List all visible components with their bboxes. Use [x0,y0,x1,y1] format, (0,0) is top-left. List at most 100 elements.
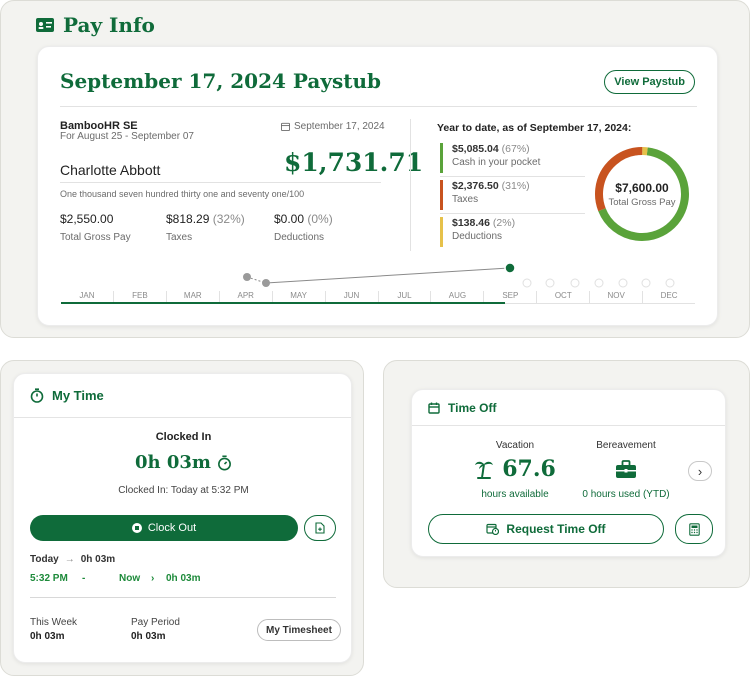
period-label: Pay Period [131,617,180,628]
bereavement-icon-wrap [576,460,676,479]
timeline-point-future [522,278,532,288]
calendar-icon [281,122,290,131]
view-paystub-button[interactable]: View Paystub [604,70,695,94]
stat-taxes: $818.29 (32%) Taxes [166,212,245,243]
entry-dash: - [82,573,86,584]
timeline-point-future [665,278,675,288]
add-note-button[interactable] [304,515,336,541]
ytd-deductions-label: Deductions [452,231,503,242]
stat-deductions-label: Deductions [274,232,325,243]
timeline-point[interactable] [243,273,251,281]
month-label: NOV [589,291,642,303]
today-label: Today [30,554,59,565]
paystub-title: September 17, 2024 Paystub [60,69,381,93]
amount-in-words: One thousand seven hundred thirty one an… [60,189,305,199]
period-value: 0h 03m [131,631,166,642]
briefcase-icon [616,460,636,478]
ytd-taxes-pct: (31%) [501,180,530,192]
time-off-header: Time Off [412,390,725,426]
next-category-button[interactable]: › [688,461,712,481]
today-summary: Today → 0h 03m [30,554,115,565]
bereavement-sub: 0 hours used (YTD) [582,489,670,500]
today-total: 0h 03m [80,554,116,565]
stat-taxes-label: Taxes [166,232,193,243]
stopwatch-icon [218,454,231,471]
timeline-point[interactable] [262,279,270,287]
clock-out-label: Clock Out [147,522,197,534]
clock-out-button[interactable]: Clock Out [30,515,298,541]
request-time-off-button[interactable]: Request Time Off [428,514,664,544]
divider [30,597,336,598]
paystub-date-text: September 17, 2024 [294,121,385,132]
donut-center: $7,600.00 Total Gross Pay [593,181,691,208]
clock-duration-row: 0h 03m [14,452,353,473]
stat-taxes-value: $818.29 [166,212,210,226]
ytd-deductions-pct: (2%) [492,217,516,229]
vacation-balance: 67.6 [467,456,563,482]
pay-period: For August 25 - September 07 [60,131,194,142]
stopwatch-icon [30,388,44,403]
stat-deductions-value: $0.00 [274,212,305,226]
net-pay-amount: $1,731.71 [284,148,424,177]
my-time-title: My Time [52,388,104,403]
document-plus-icon [315,522,325,534]
pay-info-header: Pay Info [35,13,155,37]
employee-name: Charlotte Abbott [60,162,161,178]
calculator-icon [688,522,700,536]
timeline-point-future [545,278,555,288]
clocked-in-time: Clocked In: Today at 5:32 PM [118,485,249,496]
stat-deductions-pct: (0%) [307,212,333,226]
chevron-right-icon: › [697,463,703,479]
vacation-value: 67.6 [502,456,556,482]
time-off-card: Time Off Vacation 67.6 hours available B… [411,389,726,557]
ytd-cash: $5,085.04 (67%) Cash in your pocket [440,143,584,173]
donut-label: Total Gross Pay [608,197,676,208]
calendar-icon [428,402,440,414]
vertical-divider [410,119,411,251]
timeline-point-future [570,278,580,288]
vacation-label: Vacation [495,440,535,451]
divider [440,213,585,214]
ytd-cash-pct: (67%) [501,143,530,155]
timeline-point-future [594,278,604,288]
my-timesheet-button[interactable]: My Timesheet [257,619,341,641]
ytd-title: Year to date, as of September 17, 2024: [437,122,632,134]
calculator-button[interactable] [675,514,713,544]
timeline-point-future [618,278,628,288]
week-label: This Week [30,617,78,628]
stat-gross: $2,550.00 Total Gross Pay [60,212,131,243]
ytd-cash-value: $5,085.04 [452,143,499,155]
donut-total: $7,600.00 [615,181,669,195]
my-time-card: My Time Clocked In 0h 03m Clocked In: To… [13,373,352,663]
id-card-icon [36,18,54,32]
stop-icon [131,523,142,533]
clock-duration: 0h 03m [135,452,211,473]
vacation-sub: hours available [481,489,549,500]
entry-duration: 0h 03m [166,573,201,584]
ytd-taxes: $2,376.50 (31%) Taxes [440,180,584,210]
paystub-date: September 17, 2024 [281,121,385,132]
request-time-off-label: Request Time Off [506,522,606,536]
paystub-card: September 17, 2024 Paystub View Paystub … [37,46,718,326]
month-label: DEC [642,291,695,303]
divider [60,106,697,107]
timeline-point-current[interactable] [504,262,516,274]
clock-status: Clocked In [155,431,212,443]
timeline-point-future [641,278,651,288]
chevron-right-icon: › [151,573,155,584]
stat-gross-label: Total Gross Pay [60,232,131,243]
timeline-progress-bar [61,302,505,304]
stat-gross-value: $2,550.00 [60,212,114,226]
time-off-title: Time Off [448,400,497,415]
my-time-header: My Time [14,374,351,418]
entry-start: 5:32 PM [30,573,68,584]
entry-end: Now [119,573,141,584]
pay-info-title: Pay Info [63,13,155,37]
month-label: OCT [536,291,589,303]
ytd-deductions-value: $138.46 [452,217,490,229]
divider [440,176,585,177]
stat-deductions: $0.00 (0%) Deductions [274,212,333,243]
stat-taxes-pct: (32%) [212,212,245,226]
week-summary: This Week 0h 03m [30,617,77,642]
ytd-taxes-label: Taxes [452,194,479,205]
